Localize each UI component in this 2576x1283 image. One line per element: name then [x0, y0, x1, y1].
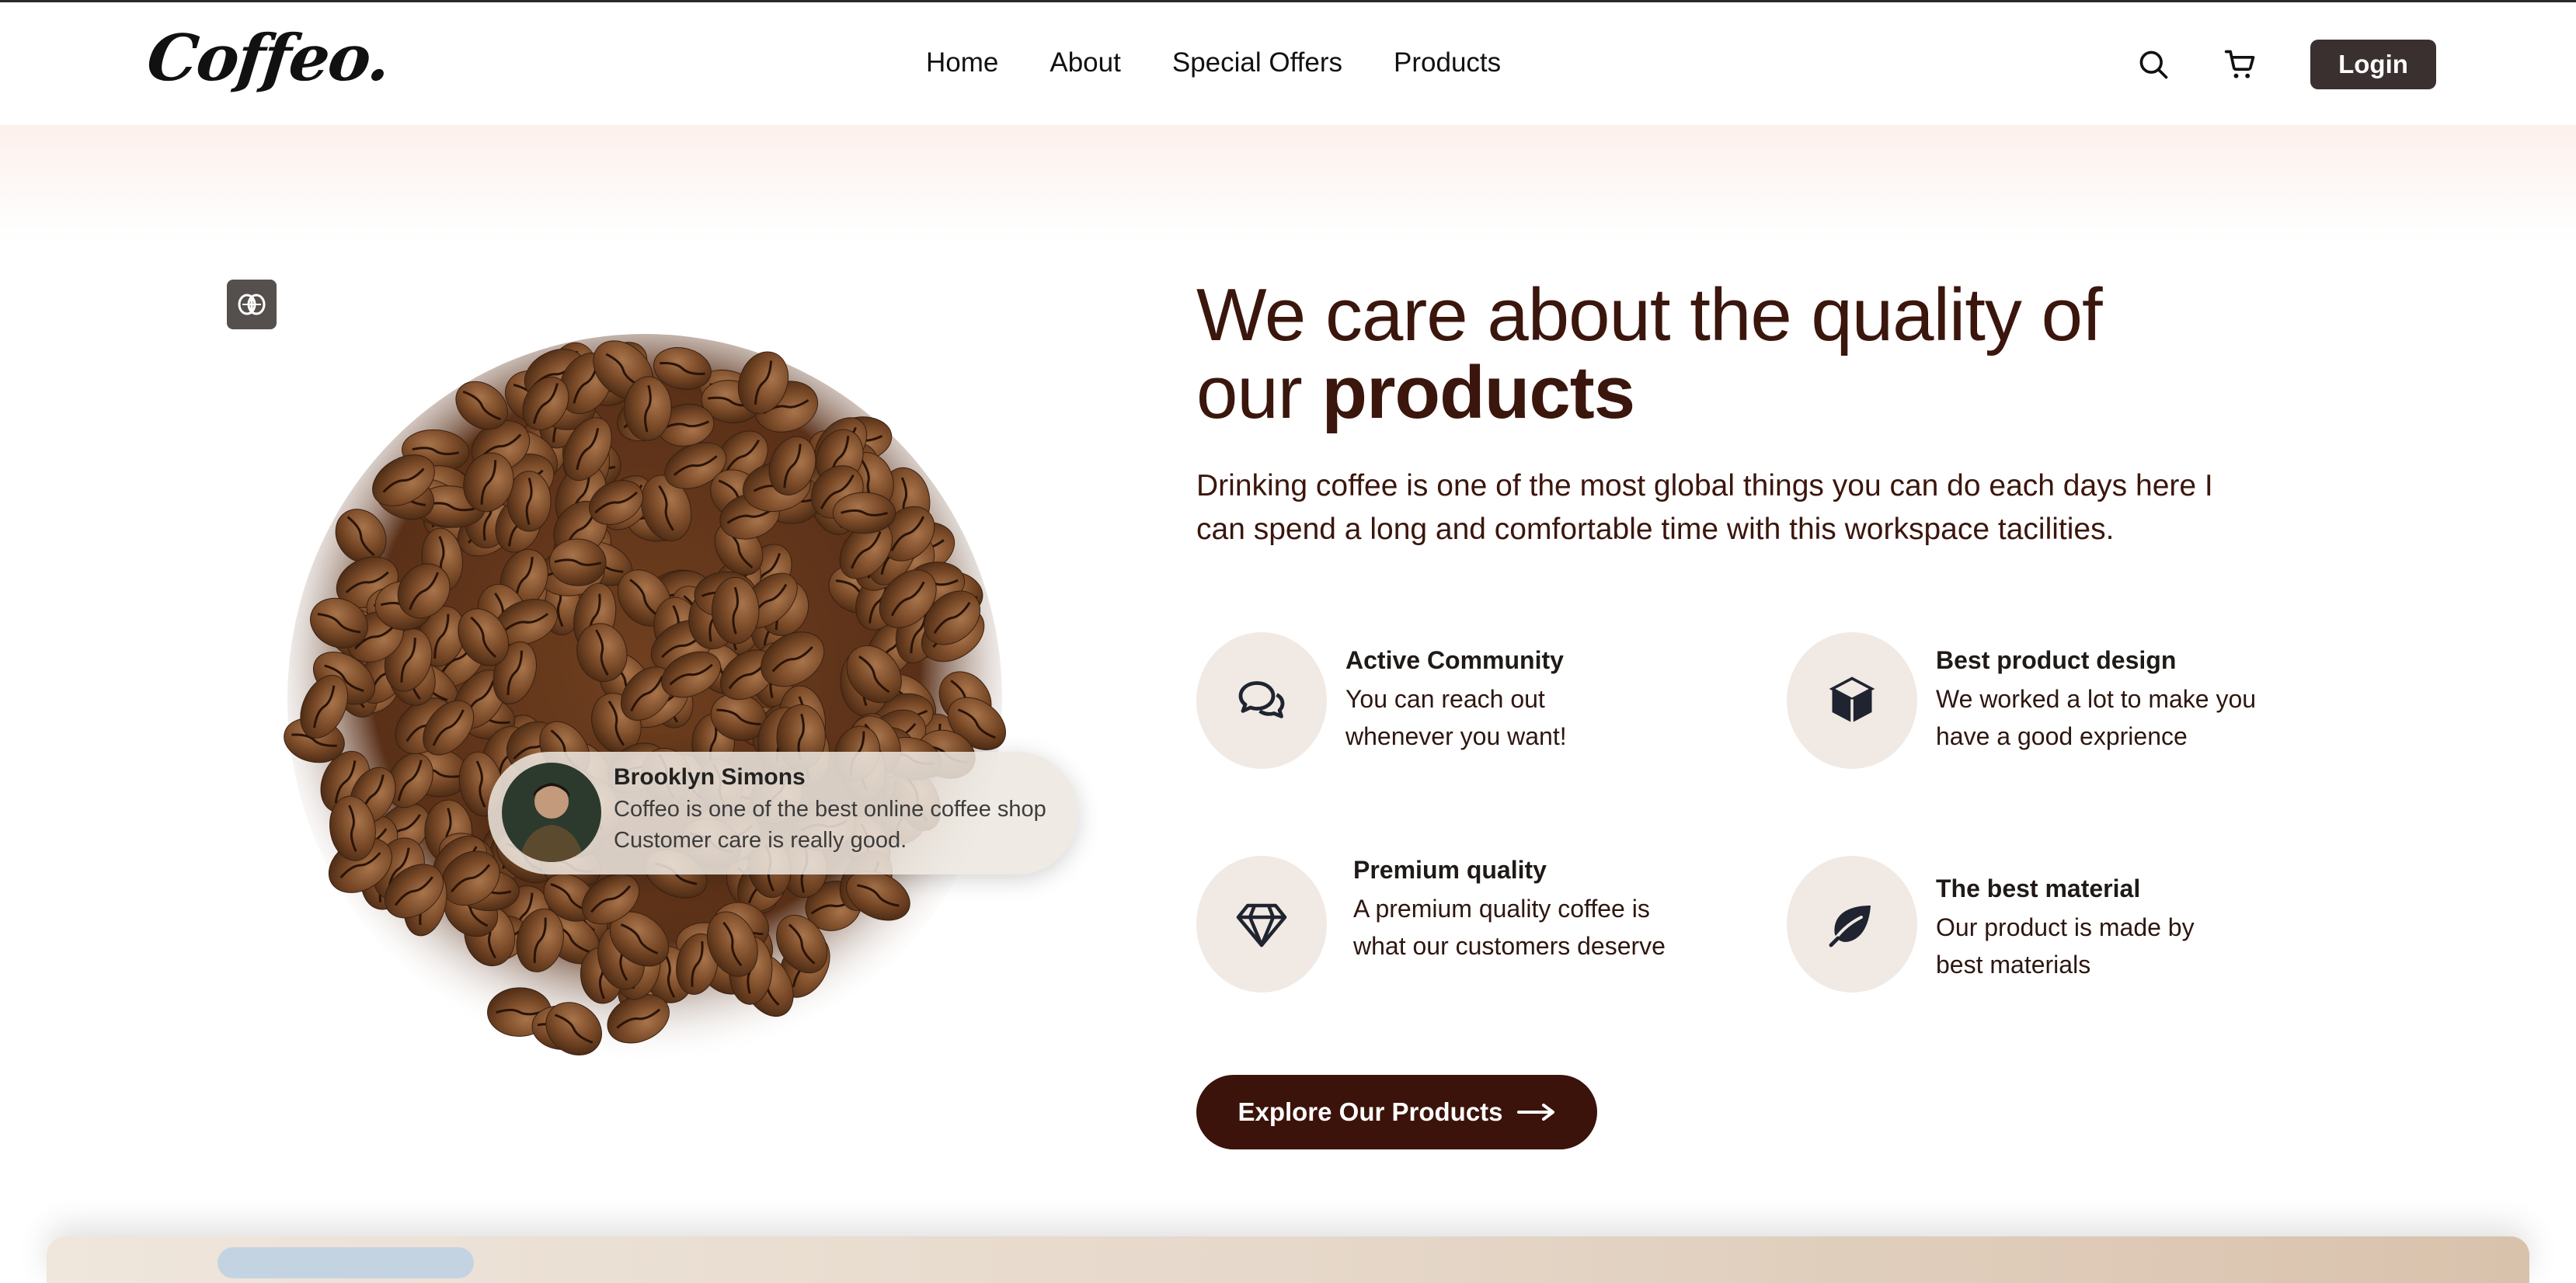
feature-description: Our product is made by best materials [1936, 913, 2195, 979]
cta-label: Explore Our Products [1238, 1097, 1503, 1126]
nav-home[interactable]: Home [926, 47, 998, 78]
brain-icon [238, 294, 266, 315]
nav-special-offers[interactable]: Special Offers [1172, 47, 1342, 78]
feature-title: Best product design [1936, 646, 2177, 674]
brand-logo[interactable]: Coffeo. [144, 21, 393, 96]
review-text-line-1: Coffeo is one of the best online coffee … [614, 797, 1046, 822]
box-icon [1829, 676, 1875, 723]
main-nav: Home About Special Offers Products [926, 47, 1501, 78]
feature-icon-circle [1196, 856, 1327, 993]
next-section-image [218, 1247, 474, 1278]
chat-bubbles-icon [1238, 681, 1285, 718]
feature-title: The best material [1936, 874, 2141, 902]
hero-headline: We care about the quality of our product… [1196, 276, 2206, 432]
cart-icon[interactable] [2223, 47, 2257, 82]
feature-description: A premium quality coffee is what our cus… [1353, 895, 1666, 960]
leaf-icon [1829, 906, 1871, 947]
hero-top-gradient [0, 125, 2576, 242]
nav-products[interactable]: Products [1394, 47, 1501, 78]
arrow-right-icon [1516, 1104, 1554, 1121]
feature-icon-circle [1787, 856, 1917, 993]
feature-icon-circle [1787, 632, 1917, 769]
headline-line-1: We care about the quality of [1196, 273, 2103, 356]
next-section-card [47, 1236, 2529, 1283]
search-icon[interactable] [2136, 47, 2170, 82]
extension-badge[interactable] [227, 280, 277, 329]
headline-line-2: our [1196, 351, 1303, 434]
feature-title: Premium quality [1353, 856, 1547, 884]
nav-about[interactable]: About [1050, 47, 1120, 78]
reviewer-name: Brooklyn Simons [614, 764, 806, 790]
feature-description: You can reach out whenever you want! [1345, 685, 1567, 750]
coffee-beans-image [284, 334, 1006, 1064]
feature-description: We worked a lot to make you have a good … [1936, 685, 2257, 750]
explore-products-button[interactable]: Explore Our Products [1196, 1075, 1597, 1149]
review-text-line-2: Customer care is really good. [614, 828, 907, 853]
headline-emphasis: products [1321, 351, 1635, 434]
site-header: Coffeo. Home About Special Offers Produc… [0, 2, 2576, 125]
feature-icon-circle [1196, 632, 1327, 769]
avatar [502, 763, 601, 862]
login-button[interactable]: Login [2310, 40, 2436, 89]
hero-description: Drinking coffee is one of the most globa… [1196, 469, 2213, 546]
diamond-icon [1236, 903, 1287, 947]
testimonial-card: Brooklyn Simons Coffeo is one of the bes… [488, 752, 1078, 874]
feature-title: Active Community [1345, 646, 1564, 674]
